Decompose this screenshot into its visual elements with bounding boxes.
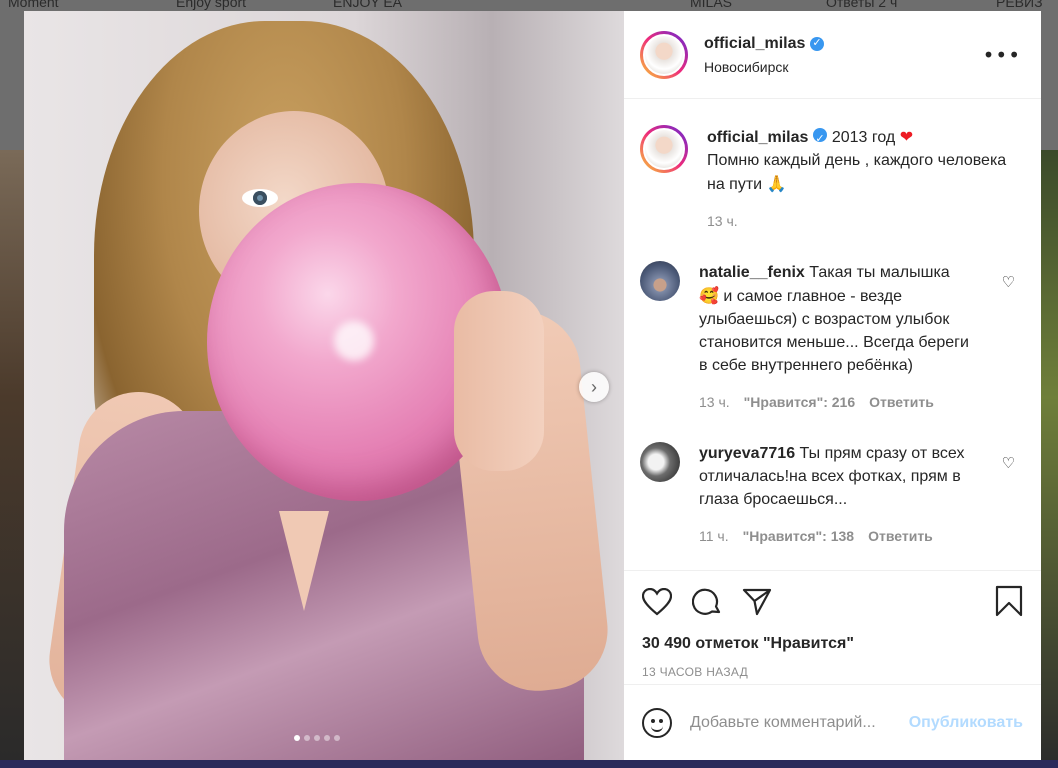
- comment-bubble-icon[interactable]: [692, 587, 722, 617]
- post-location[interactable]: Новосибирск: [704, 59, 824, 75]
- emoji-picker-icon[interactable]: [642, 707, 672, 738]
- photo-eye: [242, 189, 278, 207]
- highlight-label: РЕВИЗ: [996, 0, 1043, 10]
- avatar[interactable]: [640, 442, 680, 482]
- carousel-dot: [294, 735, 300, 741]
- avatar[interactable]: [640, 125, 688, 173]
- bookmark-icon[interactable]: [995, 585, 1023, 617]
- post-actions: 30 490 отметок "Нравится" 13 ЧАСОВ НАЗАД: [624, 570, 1041, 684]
- carousel-dots: [294, 735, 340, 741]
- smiling-face-hearts-emoji-icon: 🥰: [699, 286, 719, 305]
- more-options-icon[interactable]: •••: [983, 45, 1021, 65]
- caption-text-line2: Помню каждый день , каждого человека на …: [707, 152, 1007, 193]
- background-feed-bottom: [0, 760, 1058, 768]
- carousel-dot: [334, 735, 340, 741]
- carousel-dot: [304, 735, 310, 741]
- comment-username[interactable]: natalie__fenix: [699, 264, 805, 281]
- highlight-label: MILAS: [690, 0, 733, 10]
- comment-text-continued: и самое главное - везде улыбаешься) с во…: [699, 288, 969, 374]
- heart-outline-icon[interactable]: ♡: [1002, 273, 1015, 291]
- heart-emoji-icon: ❤: [899, 127, 914, 146]
- verified-badge-icon: [810, 36, 825, 51]
- comment-text: Такая ты малышка: [809, 264, 950, 281]
- caption-text-line1: 2013 год: [831, 129, 896, 146]
- share-paper-plane-icon[interactable]: [742, 588, 772, 616]
- highlight-label: Enjoy sport: [176, 0, 247, 10]
- post-author-username[interactable]: official_milas: [704, 35, 805, 53]
- praying-hands-emoji-icon: 🙏: [766, 174, 787, 193]
- post-header: official_milas Новосибирск •••: [624, 11, 1041, 99]
- caption-username[interactable]: official_milas: [707, 129, 808, 146]
- post-modal: › official_milas Новосибирск •••: [24, 11, 1041, 760]
- highlight-label: Ответы 2 ч: [826, 0, 898, 10]
- post-side-panel: official_milas Новосибирск ••• official_…: [624, 11, 1041, 760]
- post-time-ago[interactable]: 13 ЧАСОВ НАЗАД: [642, 665, 1025, 679]
- background-feed-left: [0, 150, 24, 768]
- comment-username[interactable]: yuryeva7716: [699, 445, 795, 462]
- avatar[interactable]: [640, 261, 680, 301]
- comment-item: yuryeva7716 Ты прям сразу от всех отлича…: [640, 442, 1025, 548]
- like-heart-icon[interactable]: [642, 588, 672, 616]
- carousel-dot: [324, 735, 330, 741]
- comment-likes[interactable]: "Нравится": 138: [743, 525, 854, 548]
- carousel-dot: [314, 735, 320, 741]
- heart-outline-icon[interactable]: ♡: [1002, 454, 1015, 472]
- comment-time[interactable]: 13 ч.: [699, 391, 730, 414]
- chevron-right-icon: ›: [591, 376, 597, 397]
- publish-button[interactable]: Опубликовать: [909, 714, 1023, 732]
- comment-time[interactable]: 11 ч.: [699, 525, 729, 548]
- reply-button[interactable]: Ответить: [868, 525, 933, 548]
- highlight-label: Moment: [8, 0, 59, 10]
- comment-likes[interactable]: "Нравится": 216: [744, 391, 855, 414]
- add-comment-bar: Опубликовать: [624, 684, 1041, 760]
- avatar[interactable]: [640, 30, 688, 79]
- comment-item: natalie__fenix Такая ты малышка 🥰 и само…: [640, 261, 1025, 414]
- highlight-label: ENJOY EA: [333, 0, 402, 10]
- caption: official_milas 2013 год ❤ Помню каждый д…: [640, 125, 1025, 233]
- carousel-next-button[interactable]: ›: [579, 372, 609, 402]
- verified-badge-icon: [813, 127, 828, 150]
- caption-time[interactable]: 13 ч.: [707, 210, 738, 233]
- post-photo[interactable]: ›: [24, 11, 624, 760]
- reply-button[interactable]: Ответить: [869, 391, 934, 414]
- comment-input[interactable]: [690, 713, 909, 732]
- likes-count[interactable]: 30 490 отметок "Нравится": [642, 635, 1025, 653]
- background-feed-right: [1040, 150, 1058, 768]
- comments-list[interactable]: official_milas 2013 год ❤ Помню каждый д…: [624, 99, 1041, 570]
